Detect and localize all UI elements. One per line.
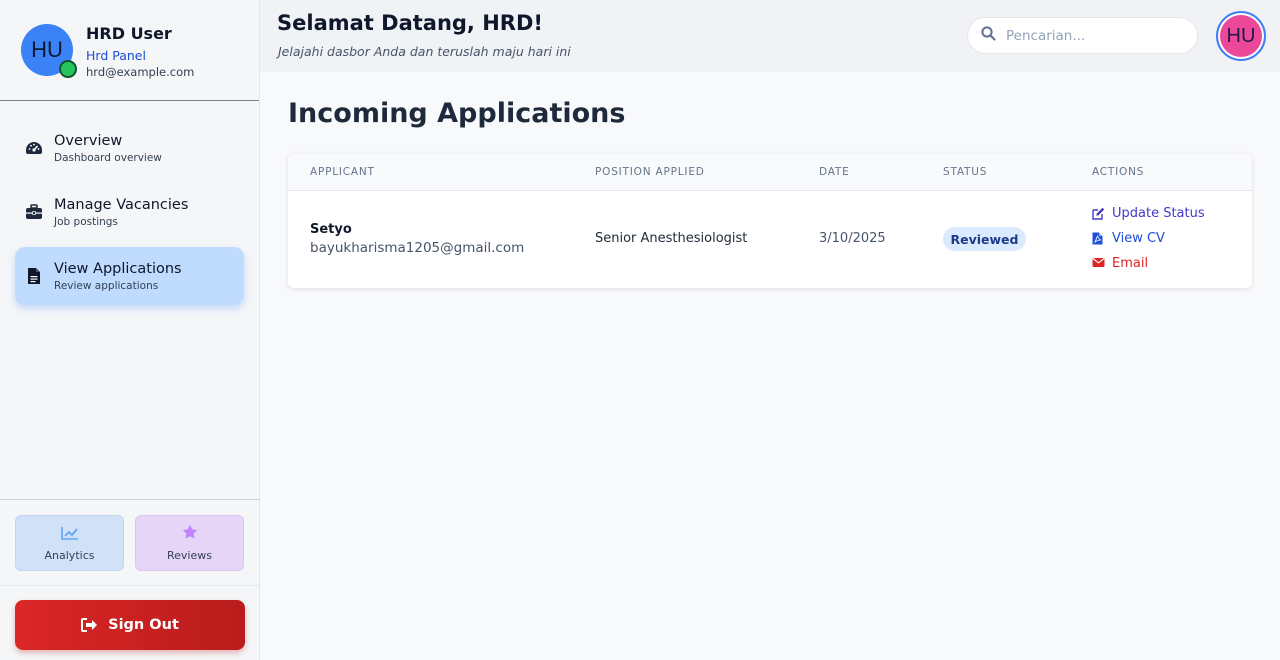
sign-out-button[interactable]: Sign Out bbox=[15, 600, 245, 650]
header-avatar[interactable]: HU bbox=[1216, 11, 1266, 61]
column-header-applicant: APPLICANT bbox=[310, 166, 375, 178]
greeting-subtitle: Jelajahi dasbor Anda dan teruslah maju h… bbox=[278, 44, 571, 59]
sidebar-nav: Overview Dashboard overview Manage Vacan… bbox=[0, 101, 259, 305]
sidebar-item-subtitle: Review applications bbox=[54, 279, 159, 292]
analytics-button[interactable]: Analytics bbox=[15, 515, 124, 571]
sidebar-item-subtitle: Job postings bbox=[54, 215, 118, 228]
sidebar-item-overview[interactable]: Overview Dashboard overview bbox=[15, 119, 244, 177]
sidebar-item-subtitle: Dashboard overview bbox=[54, 151, 162, 164]
applicant-name: Setyo bbox=[310, 222, 352, 237]
user-role: Hrd Panel bbox=[86, 48, 146, 63]
search-input[interactable] bbox=[1006, 27, 1186, 44]
header-avatar-initials: HU bbox=[1226, 24, 1256, 47]
user-name: HRD User bbox=[86, 24, 172, 43]
edit-icon bbox=[1092, 207, 1105, 220]
envelope-icon bbox=[1092, 257, 1105, 270]
gauge-icon bbox=[25, 139, 43, 157]
sign-out-icon bbox=[81, 618, 98, 632]
briefcase-icon bbox=[25, 203, 43, 221]
view-cv-link[interactable]: View CV bbox=[1092, 231, 1165, 246]
column-header-actions: ACTIONS bbox=[1092, 166, 1145, 178]
status-badge: Reviewed bbox=[943, 227, 1026, 251]
email-link[interactable]: Email bbox=[1092, 256, 1148, 271]
email-label: Email bbox=[1112, 256, 1149, 271]
position-applied: Senior Anesthesiologist bbox=[595, 231, 748, 246]
analytics-label: Analytics bbox=[44, 548, 95, 562]
chart-line-icon bbox=[60, 525, 79, 544]
top-header: Selamat Datang, HRD! Jelajahi dasbor And… bbox=[260, 0, 1280, 72]
avatar: HU bbox=[21, 24, 77, 78]
sidebar-item-manage-vacancies[interactable]: Manage Vacancies Job postings bbox=[15, 183, 244, 241]
column-header-date: DATE bbox=[819, 166, 850, 178]
sidebar-item-view-applications[interactable]: View Applications Review applications bbox=[15, 247, 244, 305]
reviews-label: Reviews bbox=[167, 549, 212, 562]
applications-table: APPLICANT POSITION APPLIED DATE STATUS A… bbox=[288, 154, 1252, 288]
sidebar: HU HRD User Hrd Panel hrd@example.com Ov… bbox=[0, 0, 260, 660]
update-status-link[interactable]: Update Status bbox=[1092, 206, 1205, 221]
applicant-email: bayukharisma1205@gmail.com bbox=[310, 240, 525, 256]
search-box bbox=[967, 17, 1198, 54]
table-header: APPLICANT POSITION APPLIED DATE STATUS A… bbox=[288, 154, 1252, 191]
reviews-button[interactable]: Reviews bbox=[135, 515, 244, 571]
star-icon bbox=[182, 524, 198, 544]
application-date: 3/10/2025 bbox=[819, 231, 886, 246]
online-status-dot bbox=[59, 60, 77, 78]
view-cv-label: View CV bbox=[1112, 231, 1165, 246]
user-profile: HU HRD User Hrd Panel hrd@example.com bbox=[0, 0, 259, 101]
avatar-initials: HU bbox=[31, 37, 63, 62]
page-title: Incoming Applications bbox=[288, 98, 626, 129]
quick-links: Analytics Reviews bbox=[0, 499, 260, 586]
sidebar-item-title: Overview bbox=[54, 132, 123, 149]
search-icon bbox=[981, 26, 996, 45]
user-email: hrd@example.com bbox=[86, 65, 195, 79]
greeting-title: Selamat Datang, HRD! bbox=[277, 11, 543, 35]
sidebar-item-title: Manage Vacancies bbox=[54, 196, 189, 213]
sidebar-item-title: View Applications bbox=[54, 260, 182, 277]
update-status-label: Update Status bbox=[1112, 206, 1205, 221]
column-header-status: STATUS bbox=[943, 166, 988, 178]
document-icon bbox=[25, 267, 43, 285]
column-header-position: POSITION APPLIED bbox=[595, 166, 705, 178]
pdf-file-icon bbox=[1092, 232, 1105, 245]
sign-out-label: Sign Out bbox=[108, 617, 179, 633]
